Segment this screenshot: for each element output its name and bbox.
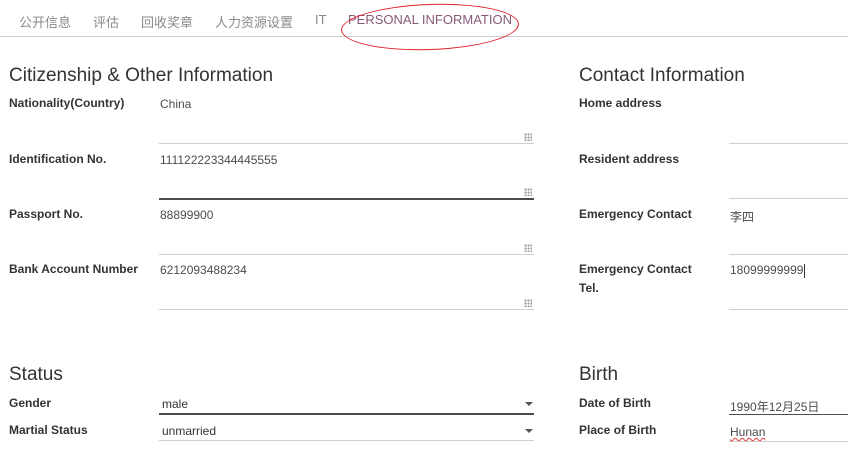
marital-status-select[interactable]: unmarried — [159, 420, 534, 441]
tab-personal-information[interactable]: PERSONAL INFORMATION — [348, 12, 512, 27]
emergency-contact-value: 李四 — [730, 210, 755, 224]
tab-it[interactable]: IT — [315, 12, 327, 27]
passport-field[interactable] — [159, 203, 534, 255]
text-cursor — [804, 263, 806, 278]
resident-address-field[interactable] — [729, 148, 848, 199]
marital-status-label: Martial Status — [9, 423, 88, 437]
tab-public-info[interactable]: 公开信息 — [19, 12, 71, 31]
bank-account-label: Bank Account Number — [9, 262, 138, 276]
resize-grip-icon[interactable] — [524, 244, 532, 252]
nationality-label: Nationality(Country) — [9, 96, 125, 110]
emergency-tel-label: Emergency Contact Tel. — [579, 262, 692, 295]
home-address-label: Home address — [579, 96, 662, 110]
bank-account-field[interactable] — [159, 258, 534, 310]
identification-field[interactable] — [159, 148, 534, 200]
emergency-tel-value: 18099999999 — [730, 263, 804, 277]
date-of-birth-label: Date of Birth — [579, 396, 651, 410]
resize-grip-icon[interactable] — [524, 133, 532, 141]
home-address-field[interactable] — [729, 92, 848, 144]
tab-hr-settings[interactable]: 人力资源设置 — [215, 12, 293, 31]
tab-recycle-badge[interactable]: 回收奖章 — [141, 12, 193, 31]
gender-value: male — [162, 397, 189, 411]
citizenship-section-title: Citizenship & Other Information — [9, 65, 274, 86]
date-of-birth-value: 1990年12月25日 — [730, 400, 820, 414]
place-of-birth-label: Place of Birth — [579, 423, 657, 437]
gender-select[interactable]: male — [159, 393, 534, 415]
dropdown-caret-icon[interactable] — [525, 402, 533, 406]
gender-label: Gender — [9, 396, 52, 410]
place-of-birth-value: Hunan — [730, 425, 766, 439]
dropdown-caret-icon[interactable] — [525, 429, 533, 433]
status-section-title: Status — [9, 364, 63, 385]
marital-status-value: unmarried — [162, 424, 217, 438]
passport-label: Passport No. — [9, 207, 84, 221]
resize-grip-icon[interactable] — [524, 299, 532, 307]
place-of-birth-field[interactable]: Hunan — [729, 420, 848, 442]
emergency-contact-field[interactable]: 李四 — [729, 203, 848, 255]
emergency-contact-label: Emergency Contact — [579, 207, 692, 221]
identification-label: Identification No. — [9, 152, 107, 166]
emergency-tel-field[interactable]: 18099999999 — [729, 258, 848, 310]
contact-section-title: Contact Information — [579, 65, 745, 86]
resize-grip-icon[interactable] — [524, 188, 532, 196]
resident-address-label: Resident address — [579, 152, 680, 166]
birth-section-title: Birth — [579, 364, 619, 385]
nationality-field[interactable] — [159, 92, 534, 144]
date-of-birth-field[interactable]: 1990年12月25日 — [729, 393, 848, 415]
notebook-tabs: 公开信息 评估 回收奖章 人力资源设置 IT PERSONAL INFORMAT… — [0, 0, 848, 37]
emergency-tel-text: 18099999999 — [730, 263, 806, 278]
tab-evaluation[interactable]: 评估 — [93, 12, 119, 31]
